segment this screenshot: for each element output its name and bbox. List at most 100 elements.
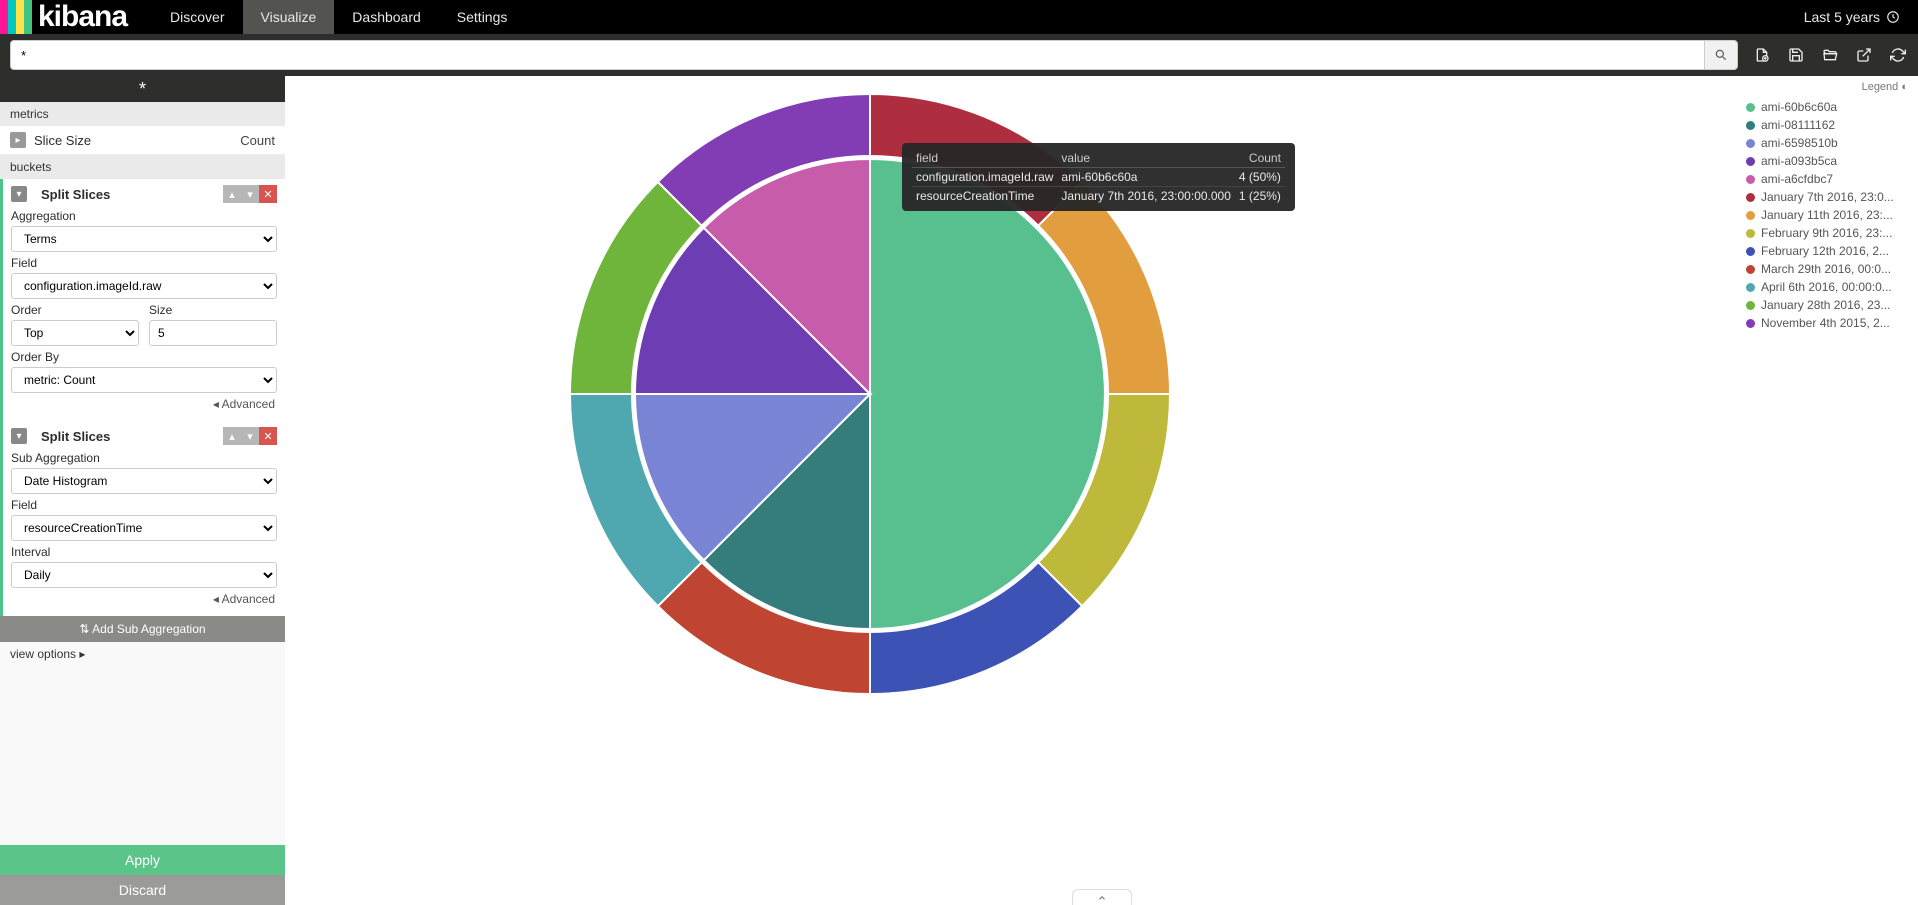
workspace: * metrics ▸ Slice Size Count buckets ▾ S…: [0, 76, 1918, 905]
bucket2-field-select[interactable]: resourceCreationTime: [11, 515, 277, 541]
bucket2-subagg-select[interactable]: Date Histogram: [11, 468, 277, 494]
vis-title-tab[interactable]: *: [0, 76, 285, 102]
clock-icon: [1886, 10, 1900, 24]
bucket1-size-input[interactable]: [149, 320, 277, 346]
nav-discover[interactable]: Discover: [152, 0, 242, 34]
share-button[interactable]: [1854, 45, 1874, 65]
legend-swatch: [1746, 247, 1755, 256]
chevron-up-icon: [1096, 893, 1108, 903]
legend-label: January 28th 2016, 23...: [1761, 296, 1890, 314]
legend-swatch: [1746, 175, 1755, 184]
legend: ami-60b6c60aami-08111162ami-6598510bami-…: [1746, 98, 1906, 332]
legend-toggle[interactable]: Legend ◐: [1862, 81, 1908, 93]
bucket1-advanced-toggle[interactable]: ◂ Advanced: [11, 393, 277, 415]
bucket2-subagg-label: Sub Aggregation: [11, 451, 277, 465]
bucket-split-slices-2: ▾ Split Slices ▴ ▾ ✕ Sub Aggregation Dat…: [0, 421, 285, 616]
legend-swatch: [1746, 229, 1755, 238]
save-icon: [1788, 47, 1804, 63]
logo-text: kibana: [38, 0, 127, 34]
apply-button[interactable]: Apply: [0, 845, 285, 875]
collapse-spy-tab[interactable]: [1072, 889, 1132, 905]
legend-label: ami-6598510b: [1761, 134, 1838, 152]
time-picker-label: Last 5 years: [1804, 9, 1880, 25]
bucket-split-slices-1: ▾ Split Slices ▴ ▾ ✕ Aggregation Terms F…: [0, 179, 285, 421]
legend-swatch: [1746, 121, 1755, 130]
legend-item[interactable]: January 11th 2016, 23:...: [1746, 206, 1906, 224]
legend-swatch: [1746, 319, 1755, 328]
nav-settings[interactable]: Settings: [439, 0, 526, 34]
add-sub-aggregation[interactable]: ⇅ Add Sub Aggregation: [0, 616, 285, 642]
legend-swatch: [1746, 139, 1755, 148]
legend-item[interactable]: ami-60b6c60a: [1746, 98, 1906, 116]
bucket1-move-up[interactable]: ▴: [223, 185, 241, 203]
legend-item[interactable]: November 4th 2015, 2...: [1746, 314, 1906, 332]
legend-item[interactable]: January 7th 2016, 23:0...: [1746, 188, 1906, 206]
caret-down-icon[interactable]: ▾: [11, 428, 27, 444]
view-options-toggle[interactable]: view options ▸: [0, 642, 285, 666]
legend-swatch: [1746, 211, 1755, 220]
search-input[interactable]: [10, 40, 1704, 70]
bucket2-move-up[interactable]: ▴: [223, 427, 241, 445]
metric-slice-size[interactable]: ▸ Slice Size Count: [0, 126, 285, 155]
tooltip-h-field: field: [912, 149, 1057, 168]
legend-label: April 6th 2016, 00:00:0...: [1761, 278, 1892, 296]
new-vis-button[interactable]: [1752, 45, 1772, 65]
bucket2-remove[interactable]: ✕: [259, 427, 277, 445]
nav-visualize[interactable]: Visualize: [243, 0, 335, 34]
legend-item[interactable]: ami-a6cfdbc7: [1746, 170, 1906, 188]
open-button[interactable]: [1820, 45, 1840, 65]
legend-label: January 7th 2016, 23:0...: [1761, 188, 1894, 206]
metric-slice-size-value: Count: [240, 133, 275, 148]
side-panel: * metrics ▸ Slice Size Count buckets ▾ S…: [0, 76, 285, 905]
top-nav: kibana Discover Visualize Dashboard Sett…: [0, 0, 1918, 34]
legend-item[interactable]: March 29th 2016, 00:0...: [1746, 260, 1906, 278]
time-picker[interactable]: Last 5 years: [1804, 9, 1900, 25]
legend-label: ami-a093b5ca: [1761, 152, 1837, 170]
section-metrics: metrics: [0, 102, 285, 126]
legend-item[interactable]: February 9th 2016, 23:...: [1746, 224, 1906, 242]
chart-area: Legend ◐ field value Count configuration…: [285, 76, 1918, 905]
nav-dashboard[interactable]: Dashboard: [334, 0, 439, 34]
legend-swatch: [1746, 157, 1755, 166]
legend-label: February 12th 2016, 2...: [1761, 242, 1889, 260]
bucket2-interval-select[interactable]: Daily: [11, 562, 277, 588]
bucket2-interval-label: Interval: [11, 545, 277, 559]
bucket2-advanced-toggle[interactable]: ◂ Advanced: [11, 588, 277, 610]
tooltip-r1-field: configuration.imageId.raw: [912, 168, 1057, 187]
legend-label: ami-a6cfdbc7: [1761, 170, 1833, 188]
bucket1-order-select[interactable]: Top: [11, 320, 139, 346]
bucket1-agg-select[interactable]: Terms: [11, 226, 277, 252]
section-buckets: buckets: [0, 155, 285, 179]
search-button[interactable]: [1704, 40, 1738, 70]
bucket1-field-select[interactable]: configuration.imageId.raw: [11, 273, 277, 299]
tooltip-r2-field: resourceCreationTime: [912, 187, 1057, 206]
tooltip-h-count: Count: [1235, 149, 1285, 168]
tooltip-r1-count: 4 (50%): [1235, 168, 1285, 187]
legend-item[interactable]: April 6th 2016, 00:00:0...: [1746, 278, 1906, 296]
folder-open-icon: [1821, 47, 1839, 63]
bucket1-remove[interactable]: ✕: [259, 185, 277, 203]
bucket2-move-down[interactable]: ▾: [241, 427, 259, 445]
bucket2-field-label: Field: [11, 498, 277, 512]
discard-button[interactable]: Discard: [0, 875, 285, 905]
legend-item[interactable]: ami-08111162: [1746, 116, 1906, 134]
bucket1-field-label: Field: [11, 256, 277, 270]
bucket1-move-down[interactable]: ▾: [241, 185, 259, 203]
tooltip-r1-value: ami-60b6c60a: [1057, 168, 1234, 187]
search-box: [10, 40, 1738, 70]
bucket1-agg-label: Aggregation: [11, 209, 277, 223]
legend-label: ami-08111162: [1761, 116, 1835, 134]
legend-item[interactable]: ami-a093b5ca: [1746, 152, 1906, 170]
legend-item[interactable]: February 12th 2016, 2...: [1746, 242, 1906, 260]
legend-item[interactable]: ami-6598510b: [1746, 134, 1906, 152]
caret-down-icon[interactable]: ▾: [11, 186, 27, 202]
save-button[interactable]: [1786, 45, 1806, 65]
logo-stripes: [0, 0, 32, 34]
legend-swatch: [1746, 283, 1755, 292]
legend-label: ami-60b6c60a: [1761, 98, 1837, 116]
refresh-icon: [1890, 47, 1906, 63]
legend-item[interactable]: January 28th 2016, 23...: [1746, 296, 1906, 314]
refresh-button[interactable]: [1888, 45, 1908, 65]
bucket1-order-label: Order: [11, 303, 139, 317]
bucket1-orderby-select[interactable]: metric: Count: [11, 367, 277, 393]
